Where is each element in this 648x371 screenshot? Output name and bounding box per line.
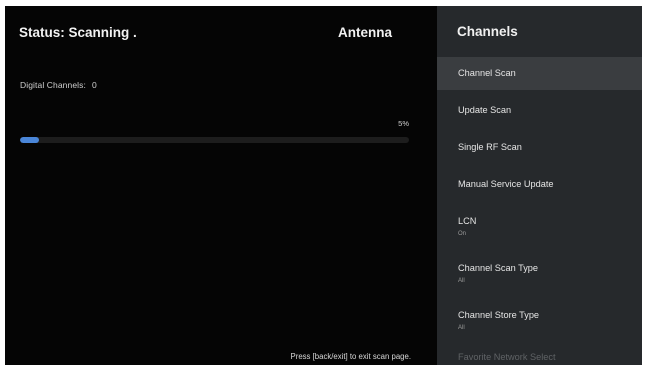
digital-channels-row: Digital Channels: 0 xyxy=(20,80,97,90)
channels-menu: Channels Channel Scan Update Scan Single… xyxy=(437,6,642,365)
menu-item-lcn[interactable]: LCN On xyxy=(437,206,642,248)
menu-item-label: LCN xyxy=(458,216,477,226)
menu-item-label: Channel Scan xyxy=(458,68,516,78)
menu-item-update-scan[interactable]: Update Scan xyxy=(437,95,642,128)
scan-status: Status: Scanning . xyxy=(19,25,137,40)
exit-hint: Press [back/exit] to exit scan page. xyxy=(290,352,411,361)
scan-progress-percent: 5% xyxy=(398,119,409,128)
menu-item-label: Update Scan xyxy=(458,105,512,115)
menu-item-label: Channel Store Type xyxy=(458,310,540,320)
menu-item-channel-store-type[interactable]: Channel Store Type All xyxy=(437,300,642,342)
menu-item-favorite-network-select: Favorite Network Select xyxy=(437,346,642,365)
digital-channels-label: Digital Channels: xyxy=(20,80,86,90)
scan-area: Status: Scanning . Antenna Digital Chann… xyxy=(5,6,437,365)
menu-item-value: On xyxy=(458,231,467,237)
menu-item-single-rf-scan[interactable]: Single RF Scan xyxy=(437,132,642,165)
menu-item-channel-scan-type[interactable]: Channel Scan Type All xyxy=(437,253,642,295)
menu-item-label: Manual Service Update xyxy=(458,179,554,189)
scan-progress-bar xyxy=(20,137,409,143)
menu-item-value: All xyxy=(458,325,465,331)
menu-item-label: Channel Scan Type xyxy=(458,263,539,273)
menu-item-value: All xyxy=(458,278,465,284)
menu-item-label: Single RF Scan xyxy=(458,142,522,152)
menu-item-manual-service-update[interactable]: Manual Service Update xyxy=(437,169,642,202)
digital-channels-count: 0 xyxy=(91,80,97,90)
tv-screen: Status: Scanning . Antenna Digital Chann… xyxy=(5,6,642,365)
menu-title: Channels xyxy=(457,24,518,39)
scan-progress-fill xyxy=(20,137,40,143)
menu-item-label: Favorite Network Select xyxy=(458,352,556,362)
menu-item-channel-scan[interactable]: Channel Scan xyxy=(437,57,642,90)
signal-source: Antenna xyxy=(338,25,392,40)
